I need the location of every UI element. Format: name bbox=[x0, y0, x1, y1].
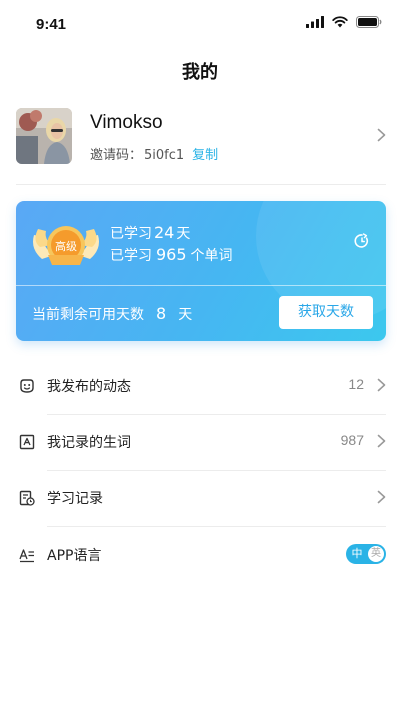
invite-row: 邀请码： 5i0fc1 复制 bbox=[90, 144, 218, 163]
menu-item-study-records[interactable]: 学习记录 bbox=[16, 470, 386, 526]
get-days-button[interactable]: 获取天数 bbox=[279, 296, 373, 329]
status-bar: 9:41 bbox=[0, 0, 400, 50]
wifi-icon bbox=[332, 16, 348, 28]
refresh-icon[interactable] bbox=[354, 233, 370, 249]
profile-row[interactable]: Vimokso 邀请码： 5i0fc1 复制 bbox=[16, 106, 386, 168]
chevron-right-icon bbox=[377, 378, 386, 392]
menu-count: 12 bbox=[348, 376, 364, 392]
study-card: 高级 已学习 24 天 已学习 965 个单词 当前剩余可用天数 8 天 获取天数 bbox=[16, 201, 386, 341]
language-icon bbox=[19, 549, 34, 563]
language-option-zh[interactable]: 中 bbox=[349, 546, 365, 562]
menu-item-app-language[interactable]: APP语言 中 英 bbox=[16, 527, 386, 583]
studied-days: 24 bbox=[154, 223, 175, 242]
study-record-icon bbox=[19, 490, 35, 506]
language-option-en[interactable]: 英 bbox=[368, 546, 384, 562]
menu-label: APP语言 bbox=[47, 548, 102, 564]
invite-label: 邀请码： bbox=[90, 148, 143, 163]
words-unit: 个单词 bbox=[190, 248, 233, 264]
emoji-icon bbox=[20, 379, 34, 393]
menu-label: 学习记录 bbox=[47, 491, 103, 507]
menu-label: 我记录的生词 bbox=[47, 435, 131, 451]
menu-item-my-vocabulary[interactable]: 我记录的生词 987 bbox=[16, 414, 386, 470]
menu-count: 987 bbox=[340, 432, 364, 448]
divider bbox=[16, 184, 386, 185]
battery-icon bbox=[356, 16, 382, 28]
page-title: 我的 bbox=[182, 62, 218, 83]
card-separator bbox=[16, 285, 386, 286]
vocab-icon bbox=[19, 434, 35, 450]
words-count: 965 bbox=[156, 245, 187, 264]
remaining-days-line: 当前剩余可用天数 8 天 bbox=[32, 304, 192, 324]
profile-name: Vimokso bbox=[90, 112, 163, 133]
avatar[interactable] bbox=[16, 108, 72, 164]
remaining-unit: 天 bbox=[178, 307, 193, 323]
words-prefix: 已学习 bbox=[110, 248, 152, 264]
menu-item-my-posts[interactable]: 我发布的动态 12 bbox=[16, 358, 386, 414]
signal-icon bbox=[306, 16, 324, 28]
studied-words-line: 已学习 965 个单词 bbox=[110, 245, 233, 265]
studied-days-unit: 天 bbox=[176, 226, 191, 242]
remaining-label: 当前剩余可用天数 bbox=[32, 307, 144, 323]
badge-label: 高级 bbox=[55, 239, 77, 253]
status-time: 9:41 bbox=[36, 16, 67, 33]
studied-days-line: 已学习 24 天 bbox=[110, 223, 190, 243]
invite-code: 5i0fc1 bbox=[144, 148, 185, 163]
studied-prefix: 已学习 bbox=[110, 226, 152, 242]
chevron-right-icon bbox=[377, 434, 386, 448]
chevron-right-icon bbox=[377, 490, 386, 504]
copy-button[interactable]: 复制 bbox=[192, 148, 218, 163]
menu-label: 我发布的动态 bbox=[47, 379, 131, 395]
chevron-right-icon bbox=[377, 128, 386, 142]
status-icons bbox=[306, 16, 382, 28]
language-toggle[interactable]: 中 英 bbox=[346, 544, 386, 564]
remaining-days: 8 bbox=[156, 304, 167, 323]
level-badge: 高级 bbox=[28, 215, 104, 279]
